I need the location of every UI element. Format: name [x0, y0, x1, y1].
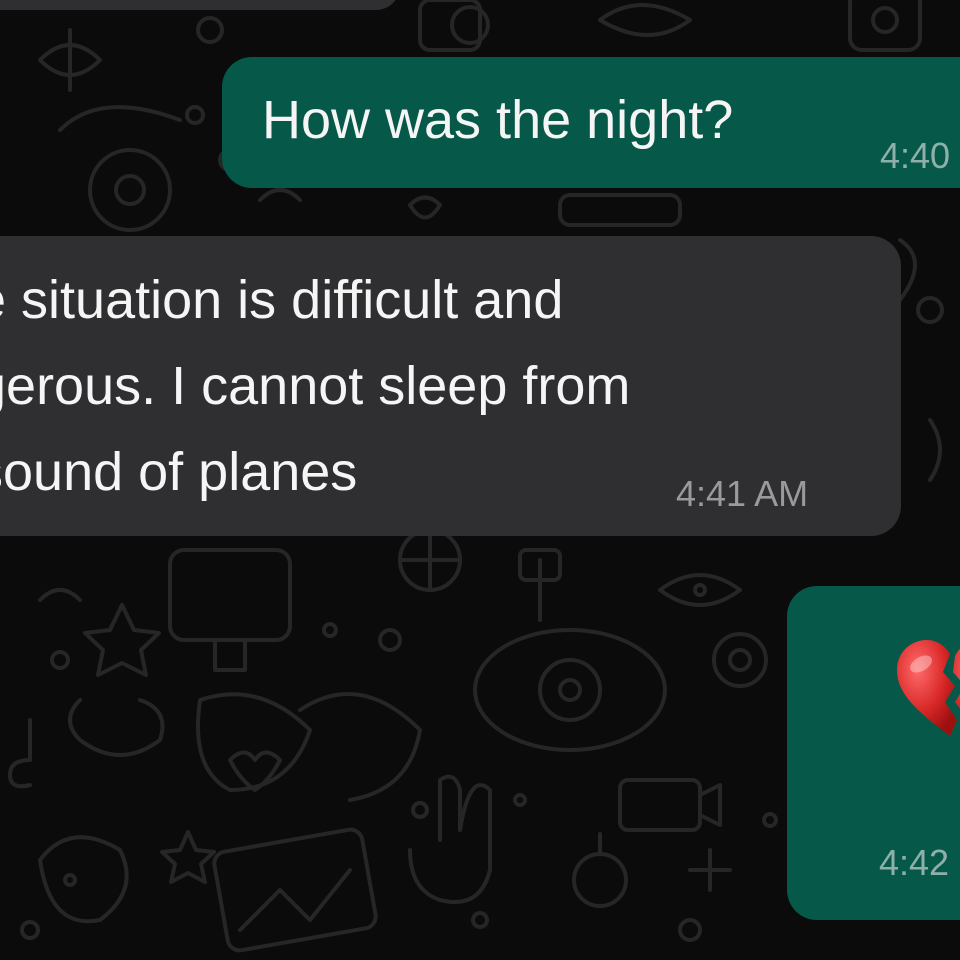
chat-view[interactable]: How was the night? 4:40 e situation is d…: [0, 0, 960, 960]
outgoing-message-bubble[interactable]: 4:42: [787, 586, 960, 920]
message-text: e situation is difficult and gerous. I c…: [0, 257, 630, 515]
outgoing-message-bubble[interactable]: How was the night? 4:40: [222, 57, 960, 188]
incoming-message-bubble[interactable]: e situation is difficult and gerous. I c…: [0, 236, 901, 536]
message-timestamp: 4:40: [880, 135, 951, 176]
broken-heart-icon: [897, 640, 960, 736]
message-line: sound of planes: [0, 442, 358, 502]
previous-message-bubble[interactable]: [0, 0, 400, 10]
message-line: gerous. I cannot sleep from: [0, 356, 631, 416]
message-text: How was the night?: [262, 90, 734, 150]
message-timestamp: 4:42: [879, 842, 950, 883]
message-line: e situation is difficult and: [0, 270, 564, 330]
message-timestamp: 4:41 AM: [676, 473, 809, 514]
